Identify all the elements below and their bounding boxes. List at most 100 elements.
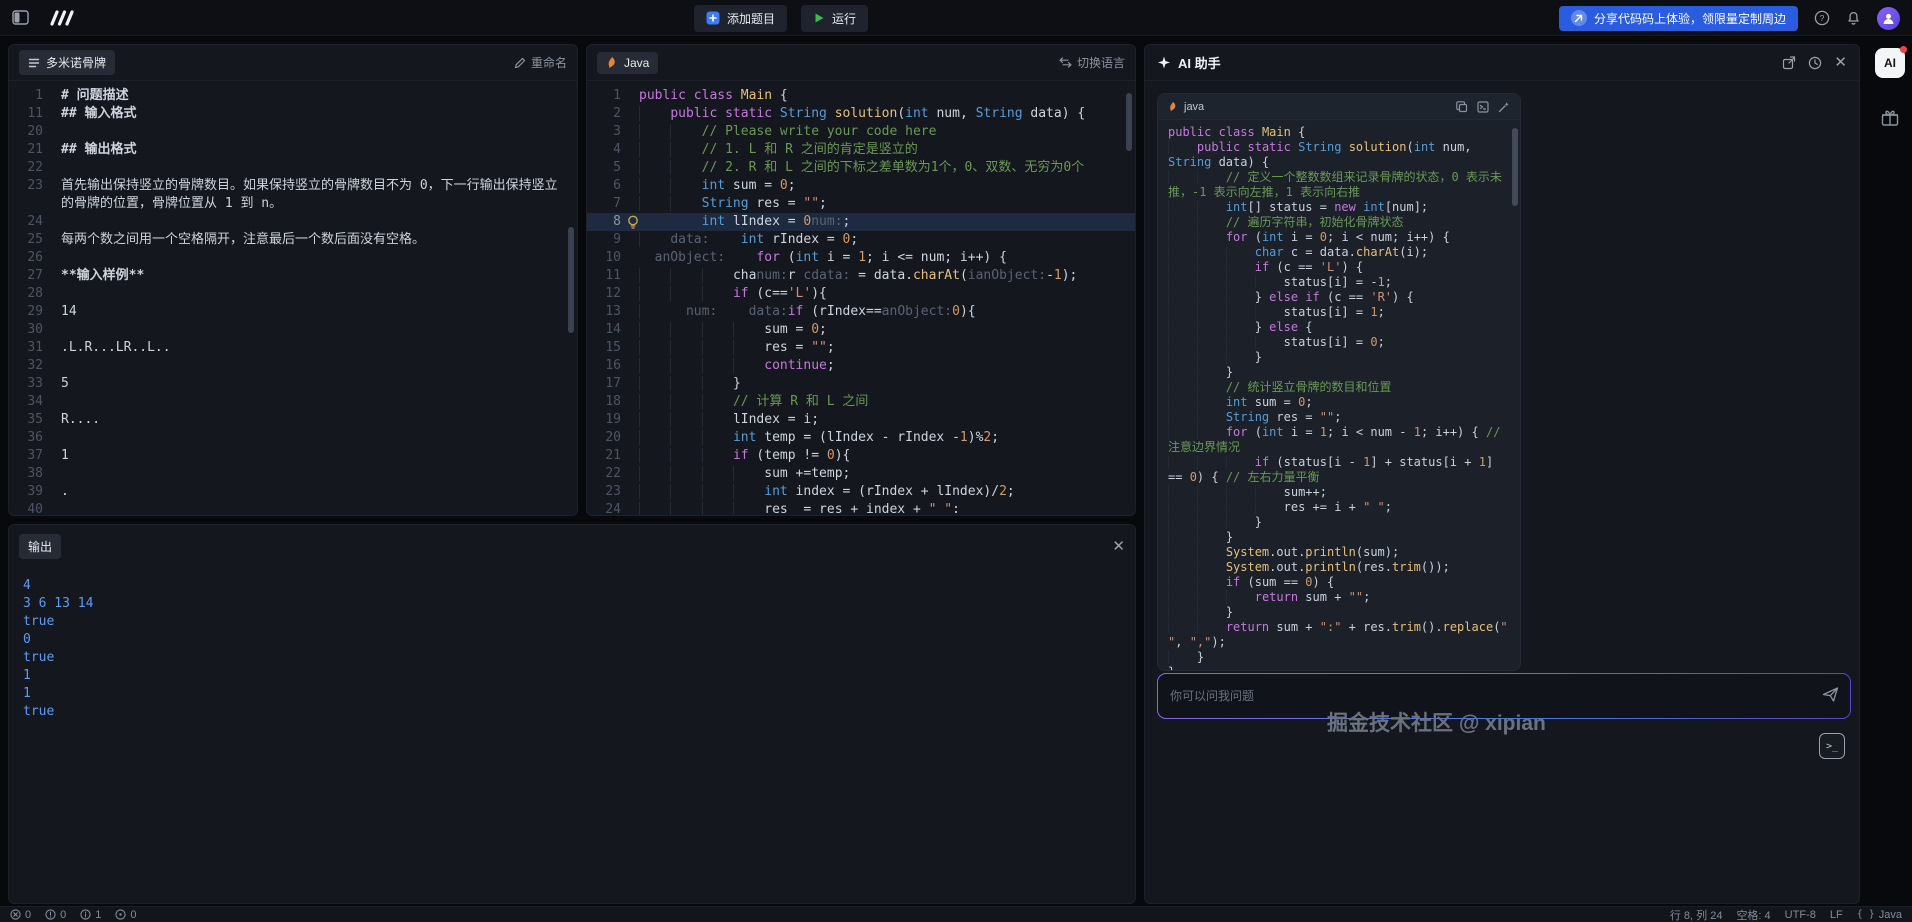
markdown-line[interactable]: 35R.... bbox=[9, 411, 577, 429]
promo-banner[interactable]: 分享代码码上体验，领限量定制周边 bbox=[1559, 6, 1798, 31]
code-line[interactable]: 22 sum +=temp; bbox=[587, 465, 1135, 483]
markdown-line[interactable]: 371 bbox=[9, 447, 577, 465]
ai-code-line: } bbox=[1168, 665, 1510, 670]
markdown-line[interactable]: 2914 bbox=[9, 303, 577, 321]
markdown-editor[interactable]: 1# 问题描述11## 输入格式2021## 输出格式2223首先输出保持竖立的… bbox=[9, 81, 577, 515]
markdown-line[interactable]: 36 bbox=[9, 429, 577, 447]
code-line[interactable]: 11 chanum:r cdata: = data.charAt(ianObje… bbox=[587, 267, 1135, 285]
ai-question-input[interactable] bbox=[1158, 674, 1850, 718]
output-line: true bbox=[23, 703, 1121, 721]
editor-scrollbar[interactable] bbox=[1126, 93, 1132, 151]
code-line[interactable]: 15 res = ""; bbox=[587, 339, 1135, 357]
sidebar-toggle-icon[interactable] bbox=[12, 10, 29, 25]
code-line[interactable]: 6 int sum = 0; bbox=[587, 177, 1135, 195]
magic-wand-icon[interactable] bbox=[1498, 101, 1510, 113]
code-line[interactable]: 13 num: data:if (rIndex==anObject:0){ bbox=[587, 303, 1135, 321]
console-float-button[interactable]: >_ bbox=[1819, 733, 1845, 759]
encoding[interactable]: UTF-8 bbox=[1785, 909, 1816, 921]
run-button[interactable]: 运行 bbox=[801, 5, 868, 32]
ai-close-icon[interactable]: ✕ bbox=[1834, 55, 1847, 70]
ai-assistant-button[interactable]: AI bbox=[1875, 48, 1905, 78]
ai-code-line: return sum + ""; bbox=[1168, 590, 1510, 605]
code-editor-panel: Java 切换语言 1public class Main {2 public s… bbox=[586, 44, 1136, 516]
code-line[interactable]: 24 res = res + index + " ": bbox=[587, 501, 1135, 515]
quick-fix-lightbulb-icon[interactable] bbox=[627, 215, 639, 230]
markdown-line[interactable]: 27**输入样例** bbox=[9, 267, 577, 285]
code-line[interactable]: 14 sum = 0; bbox=[587, 321, 1135, 339]
code-line[interactable]: 19 lIndex = i; bbox=[587, 411, 1135, 429]
ai-code-scrollbar[interactable] bbox=[1512, 128, 1518, 206]
gift-icon[interactable] bbox=[1880, 108, 1900, 128]
line-number: 36 bbox=[9, 429, 43, 447]
history-icon[interactable] bbox=[1808, 56, 1822, 70]
code-line[interactable]: 10 anObject: for (int i = 1; i <= num; i… bbox=[587, 249, 1135, 267]
code-line[interactable]: 23 int index = (rIndex + lIndex)/2; bbox=[587, 483, 1135, 501]
line-number: 22 bbox=[587, 465, 621, 483]
language-mode[interactable]: { } Java bbox=[1857, 909, 1902, 921]
code-line[interactable]: 1public class Main { bbox=[587, 87, 1135, 105]
add-problem-button[interactable]: 添加题目 bbox=[694, 5, 787, 32]
cursor-position[interactable]: 行 8, 列 24 bbox=[1670, 907, 1723, 922]
code-line[interactable]: 3 // Please write your code here bbox=[587, 123, 1135, 141]
markdown-line[interactable]: 40 bbox=[9, 501, 577, 515]
swap-arrows-icon bbox=[1059, 57, 1072, 68]
send-icon[interactable] bbox=[1822, 686, 1839, 703]
markdown-line[interactable]: 30 bbox=[9, 321, 577, 339]
ai-code-block[interactable]: public class Main { public static String… bbox=[1158, 120, 1520, 670]
markdown-line[interactable]: 335 bbox=[9, 375, 577, 393]
problem-title-chip[interactable]: 多米诺骨牌 bbox=[19, 50, 115, 75]
markdown-line[interactable]: 26 bbox=[9, 249, 577, 267]
user-avatar[interactable] bbox=[1877, 7, 1900, 30]
problems-hints[interactable]: 0 bbox=[115, 909, 136, 921]
bell-icon[interactable] bbox=[1846, 10, 1861, 26]
output-line: true bbox=[23, 613, 1121, 631]
export-icon[interactable] bbox=[1782, 56, 1796, 70]
tab-java[interactable]: Java bbox=[597, 52, 658, 74]
problems-warnings[interactable]: 0 bbox=[45, 909, 66, 921]
eol[interactable]: LF bbox=[1830, 909, 1843, 921]
markdown-line[interactable]: 23首先输出保持竖立的骨牌数目。如果保持竖立的骨牌数目不为 0，下一行输出保持竖… bbox=[9, 177, 577, 213]
markdown-line[interactable]: 20 bbox=[9, 123, 577, 141]
rename-button[interactable]: 重命名 bbox=[514, 54, 567, 71]
code-line[interactable]: 18 // 计算 R 和 L 之间 bbox=[587, 393, 1135, 411]
status-bar: 0 0 1 0 行 8, 列 24 空格: 4 UTF-8 LF { } Java bbox=[0, 906, 1912, 922]
markdown-line[interactable]: 25每两个数之间用一个空格隔开，注意最后一个数后面没有空格。 bbox=[9, 231, 577, 249]
code-line[interactable]: 17 } bbox=[587, 375, 1135, 393]
markdown-line[interactable]: 32 bbox=[9, 357, 577, 375]
indent-setting[interactable]: 空格: 4 bbox=[1736, 907, 1770, 922]
code-line[interactable]: 21 if (temp != 0){ bbox=[587, 447, 1135, 465]
code-line[interactable]: 9 data: int rIndex = 0; bbox=[587, 231, 1135, 249]
code-line[interactable]: 8 int lIndex = 0num:; bbox=[587, 213, 1135, 231]
code-line[interactable]: 20 int temp = (lIndex - rIndex -1)%2; bbox=[587, 429, 1135, 447]
list-icon bbox=[28, 57, 40, 69]
markdown-line[interactable]: 31.L.R...LR..L.. bbox=[9, 339, 577, 357]
code-line[interactable]: 5 // 2. R 和 L 之间的下标之差单数为1个，0、双数、无穷为0个 bbox=[587, 159, 1135, 177]
markdown-line[interactable]: 28 bbox=[9, 285, 577, 303]
markdown-line[interactable]: 21## 输出格式 bbox=[9, 141, 577, 159]
markdown-line[interactable]: 22 bbox=[9, 159, 577, 177]
code-line[interactable]: 12 if (c=='L'){ bbox=[587, 285, 1135, 303]
problems-infos[interactable]: 1 bbox=[80, 909, 101, 921]
code-line[interactable]: 4 // 1. L 和 R 之间的肯定是竖立的 bbox=[587, 141, 1135, 159]
markdown-line[interactable]: 39. bbox=[9, 483, 577, 501]
problem-scrollbar[interactable] bbox=[568, 227, 574, 333]
markdown-line[interactable]: 34 bbox=[9, 393, 577, 411]
copy-icon[interactable] bbox=[1456, 101, 1468, 113]
java-code-editor[interactable]: 1public class Main {2 public static Stri… bbox=[587, 81, 1135, 515]
markdown-line[interactable]: 38 bbox=[9, 465, 577, 483]
ai-code-line: char c = data.charAt(i); bbox=[1168, 245, 1510, 260]
code-line[interactable]: 2 public static String solution(int num,… bbox=[587, 105, 1135, 123]
code-line[interactable]: 16 continue; bbox=[587, 357, 1135, 375]
logo-icon[interactable] bbox=[47, 9, 75, 27]
code-line[interactable]: 7 String res = ""; bbox=[587, 195, 1135, 213]
add-problem-label: 添加题目 bbox=[727, 10, 775, 27]
insert-code-icon[interactable] bbox=[1477, 101, 1489, 113]
problems-errors[interactable]: 0 bbox=[10, 909, 31, 921]
markdown-line[interactable]: 1# 问题描述 bbox=[9, 87, 577, 105]
markdown-line[interactable]: 24 bbox=[9, 213, 577, 231]
help-icon[interactable]: ? bbox=[1814, 10, 1830, 26]
output-close-icon[interactable]: ✕ bbox=[1112, 539, 1125, 554]
markdown-line[interactable]: 11## 输入格式 bbox=[9, 105, 577, 123]
switch-language-button[interactable]: 切换语言 bbox=[1059, 54, 1125, 71]
ai-code-line: System.out.println(res.trim()); bbox=[1168, 560, 1510, 575]
